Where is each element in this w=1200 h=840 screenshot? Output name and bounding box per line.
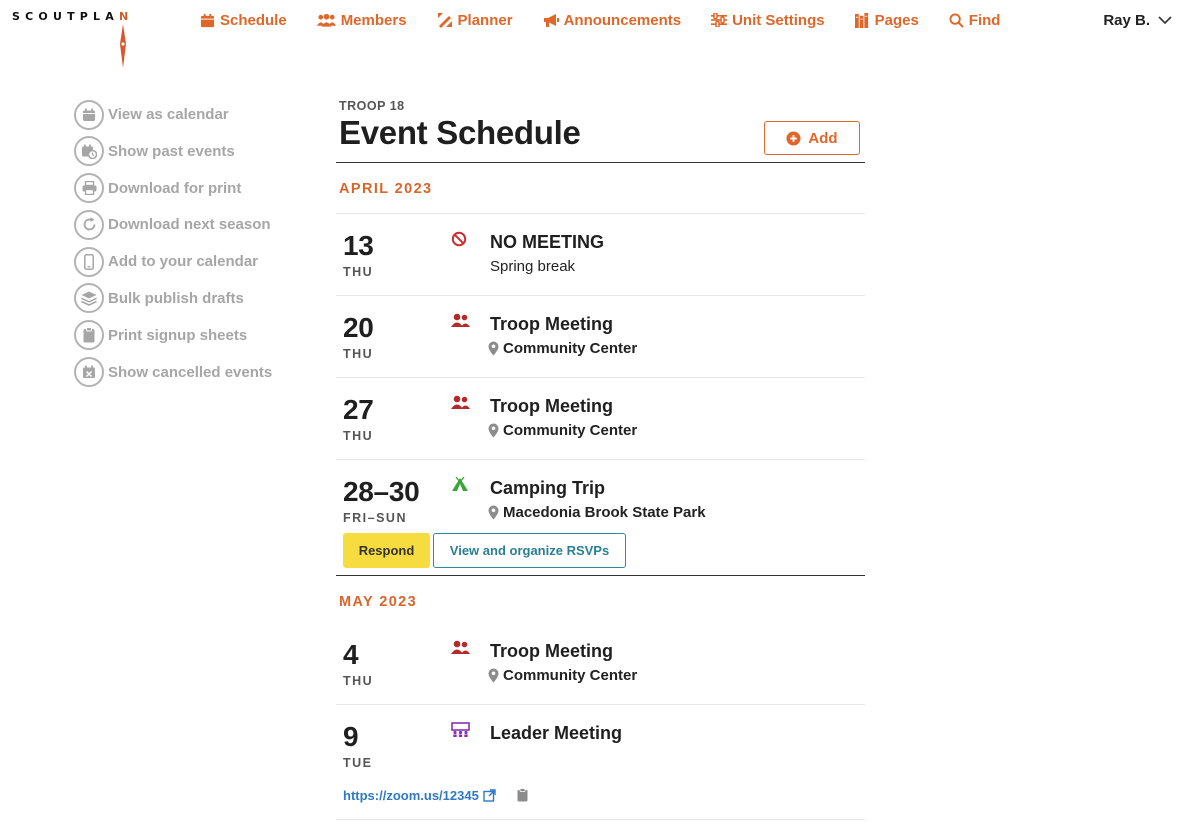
event-title: Troop Meeting bbox=[490, 641, 613, 661]
event-row[interactable]: 9 TUE Leader Meeting https://zoom.us/123… bbox=[336, 705, 865, 820]
event-day: 28–30 bbox=[343, 476, 420, 507]
event-subtitle: Spring break bbox=[490, 258, 576, 275]
sliders-icon bbox=[711, 13, 728, 27]
tent-icon bbox=[452, 477, 468, 491]
month-header: MAY 2023 bbox=[339, 594, 418, 610]
event-day: 20 bbox=[343, 312, 374, 343]
sidebar-item-bulk-publish-drafts[interactable]: Bulk publish drafts bbox=[74, 283, 272, 314]
event-weekday: THU bbox=[343, 674, 374, 688]
calendar-clock-icon bbox=[82, 144, 97, 159]
sidebar-item-download-next-season[interactable]: Download next season bbox=[74, 209, 272, 240]
month-header: APRIL 2023 bbox=[336, 163, 865, 214]
plus-circle-icon bbox=[786, 130, 801, 146]
event-weekday: TUE bbox=[343, 756, 373, 770]
map-pin-icon bbox=[488, 505, 499, 520]
event-title: Troop Meeting bbox=[490, 314, 613, 334]
refresh-icon bbox=[83, 217, 95, 231]
event-weekday: FRI–SUN bbox=[343, 511, 407, 525]
search-icon bbox=[949, 12, 964, 28]
event-weekday: THU bbox=[343, 429, 374, 443]
event-day: 13 bbox=[343, 230, 374, 261]
event-location: Macedonia Brook State Park bbox=[488, 504, 706, 521]
user-name: Ray B. bbox=[1103, 11, 1150, 29]
event-day: 4 bbox=[343, 639, 359, 670]
chevron-down-icon bbox=[1158, 15, 1172, 24]
event-row[interactable]: 20 THU Troop Meeting Community Center bbox=[336, 296, 865, 378]
troop-meeting-icon bbox=[451, 395, 470, 409]
calendar-x-icon bbox=[83, 365, 95, 379]
clipboard-icon bbox=[83, 327, 95, 343]
event-row[interactable]: 28–30 FRI–SUN Camping Trip Macedonia Bro… bbox=[336, 460, 865, 576]
schedule-main: TROOP 18 Event Schedule Add APRIL 2023 1… bbox=[336, 99, 865, 820]
event-day: 9 bbox=[343, 721, 359, 752]
copy-clipboard-icon[interactable] bbox=[517, 788, 528, 802]
nav-find[interactable]: Find bbox=[949, 12, 1000, 29]
nav-unit-settings[interactable]: Unit Settings bbox=[711, 12, 825, 29]
event-title: Troop Meeting bbox=[490, 396, 613, 416]
sidebar-item-show-cancelled-events[interactable]: Show cancelled events bbox=[74, 357, 272, 388]
event-location: Community Center bbox=[488, 340, 637, 357]
event-location: Community Center bbox=[488, 422, 637, 439]
respond-button[interactable]: Respond bbox=[343, 533, 430, 568]
meeting-link[interactable]: https://zoom.us/12345 bbox=[343, 788, 496, 803]
leader-meeting-icon bbox=[451, 722, 470, 737]
map-pin-icon bbox=[488, 423, 499, 438]
view-rsvps-button[interactable]: View and organize RSVPs bbox=[433, 533, 626, 568]
sidebar-item-show-past-events[interactable]: Show past events bbox=[74, 136, 272, 167]
calendar-icon bbox=[200, 13, 215, 27]
nav-pages[interactable]: Pages bbox=[854, 12, 919, 29]
compass-needle-icon bbox=[120, 24, 126, 68]
members-icon bbox=[316, 13, 336, 27]
phone-icon bbox=[84, 253, 94, 270]
app-logo[interactable]: SCOUTPLAN bbox=[12, 10, 137, 70]
event-row[interactable]: 27 THU Troop Meeting Community Center bbox=[336, 378, 865, 460]
troop-meeting-icon bbox=[451, 313, 470, 327]
sidebar-item-view-as-calendar[interactable]: View as calendar bbox=[74, 99, 272, 130]
event-location: Community Center bbox=[488, 667, 637, 684]
troop-label: TROOP 18 bbox=[339, 99, 405, 113]
planner-icon bbox=[437, 13, 452, 28]
map-pin-icon bbox=[488, 341, 499, 356]
external-link-icon bbox=[483, 789, 496, 802]
printer-icon bbox=[82, 181, 96, 196]
event-weekday: THU bbox=[343, 265, 374, 279]
sidebar-item-download-for-print[interactable]: Download for print bbox=[74, 173, 272, 204]
troop-meeting-icon bbox=[451, 640, 470, 654]
sidebar-item-print-signup-sheets[interactable]: Print signup sheets bbox=[74, 320, 272, 351]
map-pin-icon bbox=[488, 668, 499, 683]
nav-members[interactable]: Members bbox=[316, 12, 407, 29]
nav-schedule[interactable]: Schedule bbox=[200, 12, 287, 29]
event-title: NO MEETING bbox=[490, 232, 605, 252]
event-title: Camping Trip bbox=[490, 478, 606, 498]
event-title: Leader Meeting bbox=[490, 723, 623, 743]
main-nav: Schedule Members Planner Announcements U… bbox=[200, 10, 1030, 30]
sidebar-item-add-to-your-calendar[interactable]: Add to your calendar bbox=[74, 246, 272, 277]
sidebar: View as calendar Show past events Downlo… bbox=[74, 99, 272, 393]
no-meeting-icon bbox=[451, 231, 467, 247]
nav-planner[interactable]: Planner bbox=[437, 12, 513, 29]
pages-icon bbox=[854, 12, 868, 28]
event-row[interactable]: 4 THU Troop Meeting Community Center bbox=[336, 623, 865, 705]
logo-text: SCOUTPLAN bbox=[12, 10, 134, 23]
add-event-button[interactable]: Add bbox=[764, 121, 860, 155]
event-weekday: THU bbox=[343, 347, 374, 361]
event-row[interactable]: 13 THU NO MEETING Spring break bbox=[336, 214, 865, 296]
megaphone-icon bbox=[543, 13, 559, 27]
user-menu[interactable]: Ray B. bbox=[1103, 10, 1172, 30]
event-day: 27 bbox=[343, 394, 374, 425]
calendar-icon bbox=[83, 108, 95, 121]
layers-icon bbox=[81, 291, 97, 306]
nav-announcements[interactable]: Announcements bbox=[543, 12, 681, 29]
